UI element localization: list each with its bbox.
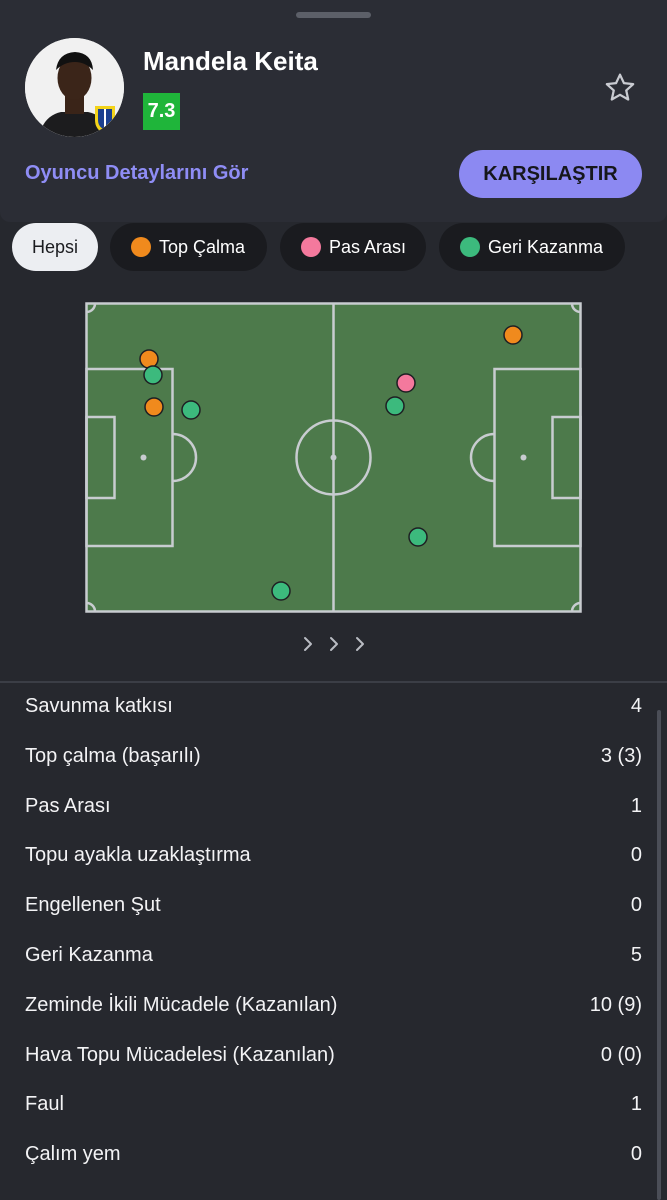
chevron-right-icon xyxy=(330,637,338,651)
filter-chip-pas-arasi[interactable]: Pas Arası xyxy=(280,223,426,271)
stat-label: Çalım yem xyxy=(25,1143,121,1166)
rating-badge: 7.3 xyxy=(143,93,180,130)
event-dot-top-calma[interactable] xyxy=(144,397,164,417)
stat-row-engellenen-sut: Engellenen Şut 0 xyxy=(0,882,667,932)
orange-dot-icon xyxy=(131,237,151,257)
filter-chip-geri-kazanma[interactable]: Geri Kazanma xyxy=(439,223,625,271)
stat-row-calim-yem: Çalım yem 0 xyxy=(0,1131,667,1181)
stats-list: Savunma katkısı 4 Top çalma (başarılı) 3… xyxy=(0,683,667,1181)
scrollbar[interactable] xyxy=(657,710,661,1200)
stat-label: Faul xyxy=(25,1093,64,1116)
filter-chip-top-calma[interactable]: Top Çalma xyxy=(110,223,267,271)
avatar xyxy=(25,38,124,137)
filter-chip-label: Pas Arası xyxy=(329,236,407,257)
stat-label: Engellenen Şut xyxy=(25,894,161,917)
stat-value: 4 xyxy=(630,695,642,717)
event-dot-geri-kazanma[interactable] xyxy=(181,400,201,420)
player-details-link[interactable]: Oyuncu Detaylarını Gör xyxy=(25,162,248,185)
event-dot-top-calma[interactable] xyxy=(139,349,159,369)
pitch-map xyxy=(85,302,582,613)
stat-value: 0 (0) xyxy=(600,1043,642,1066)
stat-value: 0 xyxy=(630,1143,642,1166)
filter-chip-label: Top Çalma xyxy=(159,236,246,257)
filter-chips: Hepsi Top Çalma Pas Arası Geri Kazanma xyxy=(12,223,667,271)
event-dot-geri-kazanma[interactable] xyxy=(271,581,291,601)
stat-label: Geri Kazanma xyxy=(25,943,153,966)
chevron-right-icon xyxy=(356,637,364,651)
player-name: Mandela Keita xyxy=(143,46,318,76)
stat-value: 1 xyxy=(630,1093,642,1116)
stat-row-faul: Faul 1 xyxy=(0,1081,667,1131)
stat-label: Zeminde İkili Mücadele (Kazanılan) xyxy=(25,993,338,1016)
stat-label: Topu ayakla uzaklaştırma xyxy=(25,844,251,867)
stat-label: Pas Arası xyxy=(25,794,111,817)
filter-chip-label: Hepsi xyxy=(31,236,79,257)
player-header-card: Mandela Keita 7.3 Oyuncu Detaylarını Gör… xyxy=(0,0,667,222)
stat-row-savunma-katkisi: Savunma katkısı 4 xyxy=(0,683,667,733)
stat-label: Hava Topu Mücadelesi (Kazanılan) xyxy=(25,1043,335,1066)
stat-row-geri-kazanma: Geri Kazanma 5 xyxy=(0,932,667,982)
filter-chip-label: Geri Kazanma xyxy=(488,236,604,257)
green-dot-icon xyxy=(460,237,480,257)
stat-row-pas-arasi: Pas Arası 1 xyxy=(0,783,667,833)
chevron-right-icon xyxy=(304,637,312,651)
stat-value: 3 (3) xyxy=(600,744,642,767)
drag-handle[interactable] xyxy=(296,12,371,18)
stat-row-hava-topu: Hava Topu Mücadelesi (Kazanılan) 0 (0) xyxy=(0,1032,667,1082)
event-dot-top-calma[interactable] xyxy=(503,325,523,345)
pink-dot-icon xyxy=(301,237,321,257)
event-dot-pas-arasi[interactable] xyxy=(396,373,416,393)
filter-chip-all[interactable]: Hepsi xyxy=(12,223,98,271)
event-dot-geri-kazanma[interactable] xyxy=(143,365,163,385)
stat-row-uzaklastirma: Topu ayakla uzaklaştırma 0 xyxy=(0,832,667,882)
stat-row-zeminde-ikili: Zeminde İkili Mücadele (Kazanılan) 10 (9… xyxy=(0,982,667,1032)
stat-value: 10 (9) xyxy=(589,993,642,1016)
star-icon[interactable] xyxy=(603,71,637,105)
stat-value: 1 xyxy=(630,794,642,817)
stat-value: 0 xyxy=(630,844,642,867)
attack-direction-indicator xyxy=(297,633,372,655)
event-dot-geri-kazanma[interactable] xyxy=(408,527,428,547)
stat-row-top-calma: Top çalma (başarılı) 3 (3) xyxy=(0,733,667,783)
stat-label: Savunma katkısı xyxy=(25,695,173,717)
stat-label: Top çalma (başarılı) xyxy=(25,744,201,767)
stat-value: 0 xyxy=(630,894,642,917)
stat-value: 5 xyxy=(630,943,642,966)
event-dot-geri-kazanma[interactable] xyxy=(385,396,405,416)
compare-button[interactable]: KARŞILAŞTIR xyxy=(459,150,642,198)
